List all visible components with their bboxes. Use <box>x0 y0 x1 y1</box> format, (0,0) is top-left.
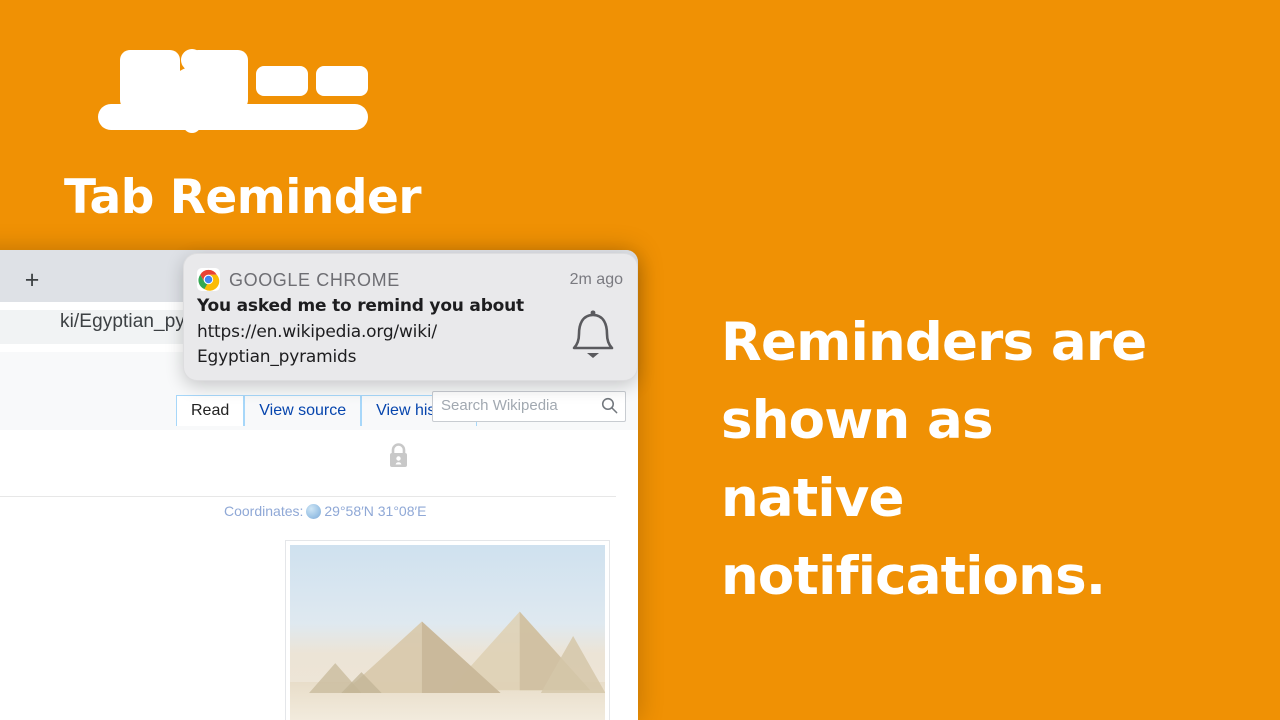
lock-icon <box>390 443 407 467</box>
logo-wordmark: Tab Reminder <box>64 170 422 225</box>
article-coordinates[interactable]: Coordinates: 29°58′N 31°08′E <box>224 503 426 519</box>
bell-icon <box>572 310 614 358</box>
article-thumbnail[interactable] <box>285 540 610 720</box>
wikipedia-search-input[interactable]: Search Wikipedia <box>432 391 626 422</box>
notification-app-name: GOOGLE CHROME <box>229 270 400 290</box>
wikipedia-search-placeholder: Search Wikipedia <box>441 397 558 414</box>
globe-icon <box>306 504 322 519</box>
wikipedia-page: Read View source View history Search Wik… <box>0 352 638 720</box>
notification-timestamp: 2m ago <box>569 271 623 288</box>
wikipedia-tab-view-source[interactable]: View source <box>244 395 362 426</box>
wikipedia-tab-read[interactable]: Read <box>176 395 245 426</box>
article-paragraph-2: yptian pyramids are found at Saqqara,, a… <box>0 669 88 720</box>
tab-close-icon[interactable]: × <box>0 270 4 290</box>
wikipedia-article-body: yramids e encyclopedia Coordinates:29°58… <box>0 430 638 720</box>
pyramid-shapes <box>308 611 605 693</box>
article-paragraph-1: ds are ancient masonry structuresces cit… <box>0 540 62 673</box>
new-tab-button[interactable]: + <box>18 267 46 295</box>
search-icon <box>601 397 618 414</box>
tab-reminder-logo-icon <box>98 49 368 133</box>
pyramids-of-giza-photo <box>290 545 605 720</box>
coordinates-label: Coordinates: <box>224 503 304 519</box>
notification-body: https://en.wikipedia.org/wiki/ Egyptian_… <box>197 320 587 370</box>
coordinates-value: 29°58′N 31°08′E <box>324 503 427 519</box>
chrome-notification-toast[interactable]: GOOGLE CHROME 2m ago You asked me to rem… <box>183 253 638 381</box>
marketing-headline: Reminders are shown as native notificati… <box>721 312 1147 607</box>
brand-logo: Tab Reminder <box>36 38 422 221</box>
notification-body-line-2: Egyptian_pyramids <box>197 347 357 367</box>
article-title-divider <box>0 496 616 497</box>
notification-body-line-1: https://en.wikipedia.org/wiki/ <box>197 322 437 342</box>
notification-title: You asked me to remind you about <box>197 296 524 316</box>
chrome-icon <box>197 268 220 291</box>
